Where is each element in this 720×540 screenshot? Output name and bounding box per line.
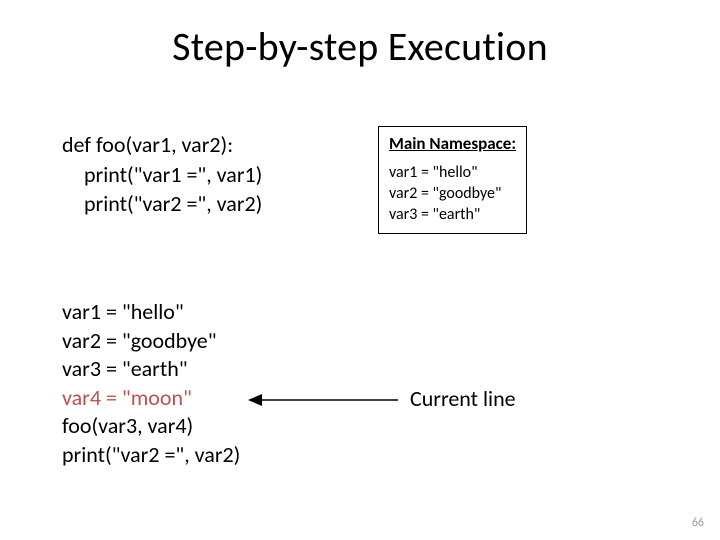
page-number: 66 — [692, 516, 704, 530]
namespace-entry: var3 = "earth" — [389, 205, 516, 226]
code-line: foo(var3, var4) — [62, 412, 240, 441]
namespace-heading: Main Namespace: — [389, 133, 516, 154]
code-block-main: var1 = "hello" var2 = "goodbye" var3 = "… — [62, 298, 240, 470]
code-line: print("var2 =", var2) — [62, 189, 262, 219]
current-line-label: Current line — [410, 385, 516, 412]
code-line: var2 = "goodbye" — [62, 327, 240, 356]
namespace-entry: var2 = "goodbye" — [389, 184, 516, 205]
code-block-function: def foo(var1, var2): print("var1 =", var… — [62, 130, 262, 219]
code-line: var3 = "earth" — [62, 355, 240, 384]
code-line: var1 = "hello" — [62, 298, 240, 327]
namespace-box: Main Namespace: var1 = "hello" var2 = "g… — [378, 126, 527, 234]
code-line: print("var2 =", var2) — [62, 441, 240, 470]
code-line: print("var1 =", var1) — [62, 160, 262, 190]
namespace-entry: var1 = "hello" — [389, 163, 516, 184]
current-line-arrow — [248, 390, 398, 410]
code-line: def foo(var1, var2): — [62, 130, 262, 160]
code-line-current: var4 = "moon" — [62, 384, 240, 413]
slide-title: Step-by-step Execution — [0, 22, 720, 71]
